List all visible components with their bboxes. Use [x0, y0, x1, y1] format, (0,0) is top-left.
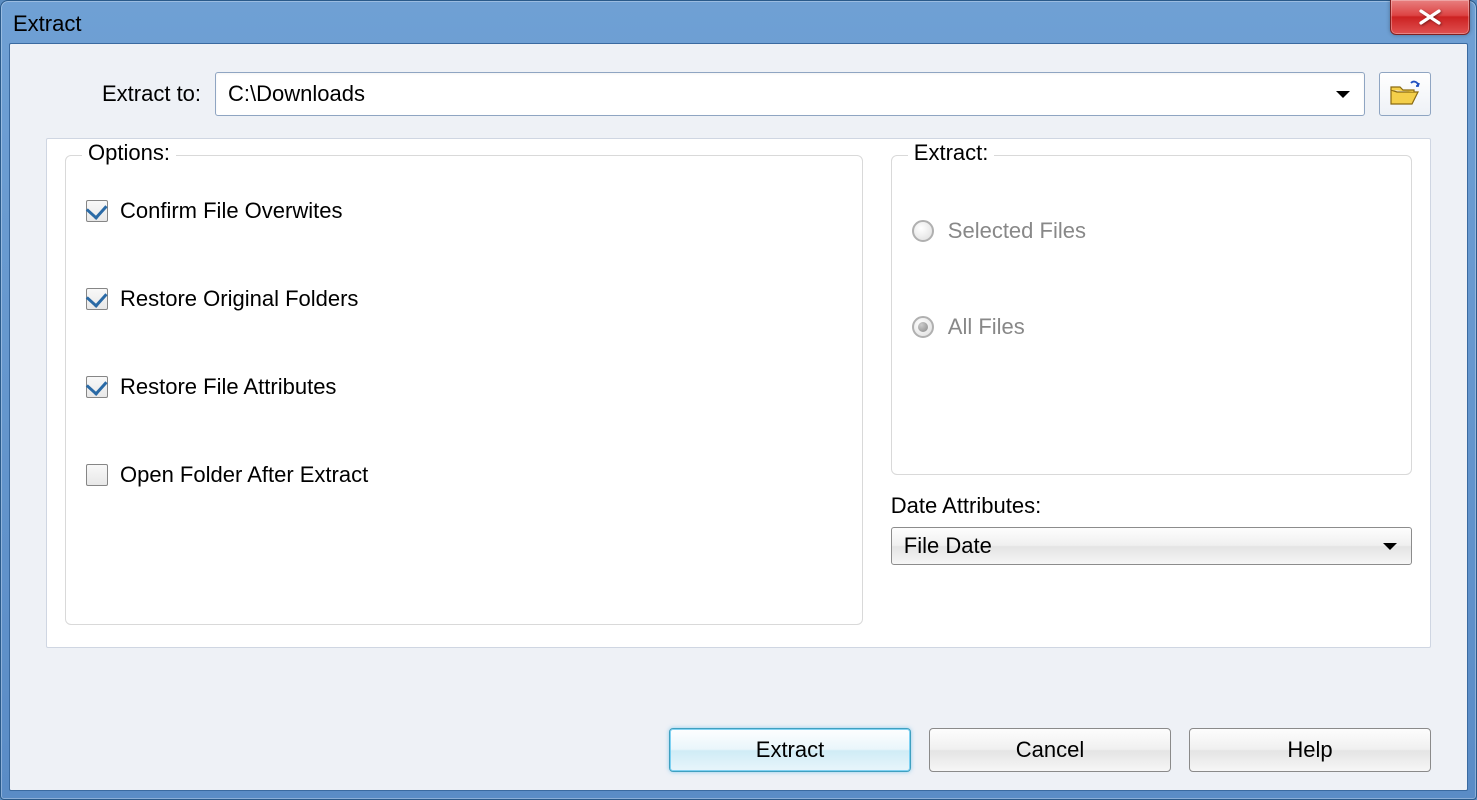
close-icon — [1417, 8, 1443, 26]
help-button[interactable]: Help — [1189, 728, 1431, 772]
restore-folders-label: Restore Original Folders — [120, 286, 358, 312]
right-column: Extract: Selected Files All Files Date A… — [891, 155, 1412, 625]
extract-scope-legend: Extract: — [908, 140, 995, 166]
selected-files-label: Selected Files — [948, 218, 1086, 244]
restore-folders-checkbox[interactable] — [86, 288, 108, 310]
extract-scope-fieldset: Extract: Selected Files All Files — [891, 155, 1412, 475]
extract-button[interactable]: Extract — [669, 728, 911, 772]
extract-dialog: Extract Extract to: C:\Downloads — [0, 0, 1477, 800]
date-attributes-label: Date Attributes: — [891, 493, 1412, 519]
options-legend: Options: — [82, 140, 176, 166]
extract-to-label: Extract to: — [102, 81, 201, 107]
cancel-button[interactable]: Cancel — [929, 728, 1171, 772]
selected-files-radio — [912, 220, 934, 242]
panels: Options: Confirm File Overwites Restore … — [46, 138, 1431, 648]
window-title: Extract — [13, 11, 81, 37]
titlebar[interactable]: Extract — [9, 9, 1468, 39]
client-area: Extract to: C:\Downloads Options: — [9, 43, 1468, 791]
confirm-overwrites-label: Confirm File Overwites — [120, 198, 342, 224]
all-files-radio — [912, 316, 934, 338]
restore-attributes-checkbox[interactable] — [86, 376, 108, 398]
confirm-overwrites-row[interactable]: Confirm File Overwites — [86, 198, 842, 224]
extract-path-row: Extract to: C:\Downloads — [46, 72, 1431, 116]
options-fieldset: Options: Confirm File Overwites Restore … — [65, 155, 863, 625]
date-attributes-value: File Date — [904, 533, 992, 559]
open-after-extract-checkbox[interactable] — [86, 464, 108, 486]
help-button-label: Help — [1287, 737, 1332, 763]
extract-button-label: Extract — [756, 737, 824, 763]
extract-path-input[interactable]: C:\Downloads — [215, 72, 1365, 116]
confirm-overwrites-checkbox[interactable] — [86, 200, 108, 222]
all-files-row: All Files — [912, 314, 1391, 340]
restore-folders-row[interactable]: Restore Original Folders — [86, 286, 842, 312]
extract-path-value: C:\Downloads — [228, 81, 365, 107]
browse-folder-button[interactable] — [1379, 72, 1431, 116]
folder-open-icon — [1388, 80, 1422, 108]
open-after-extract-row[interactable]: Open Folder After Extract — [86, 462, 842, 488]
selected-files-row: Selected Files — [912, 218, 1391, 244]
close-button[interactable] — [1390, 0, 1470, 35]
restore-attributes-row[interactable]: Restore File Attributes — [86, 374, 842, 400]
chevron-down-icon — [1381, 533, 1399, 559]
date-attributes-dropdown[interactable]: File Date — [891, 527, 1412, 565]
open-after-extract-label: Open Folder After Extract — [120, 462, 368, 488]
chevron-down-icon[interactable] — [1334, 81, 1352, 107]
button-row: Extract Cancel Help — [669, 728, 1431, 772]
cancel-button-label: Cancel — [1016, 737, 1084, 763]
restore-attributes-label: Restore File Attributes — [120, 374, 336, 400]
all-files-label: All Files — [948, 314, 1025, 340]
